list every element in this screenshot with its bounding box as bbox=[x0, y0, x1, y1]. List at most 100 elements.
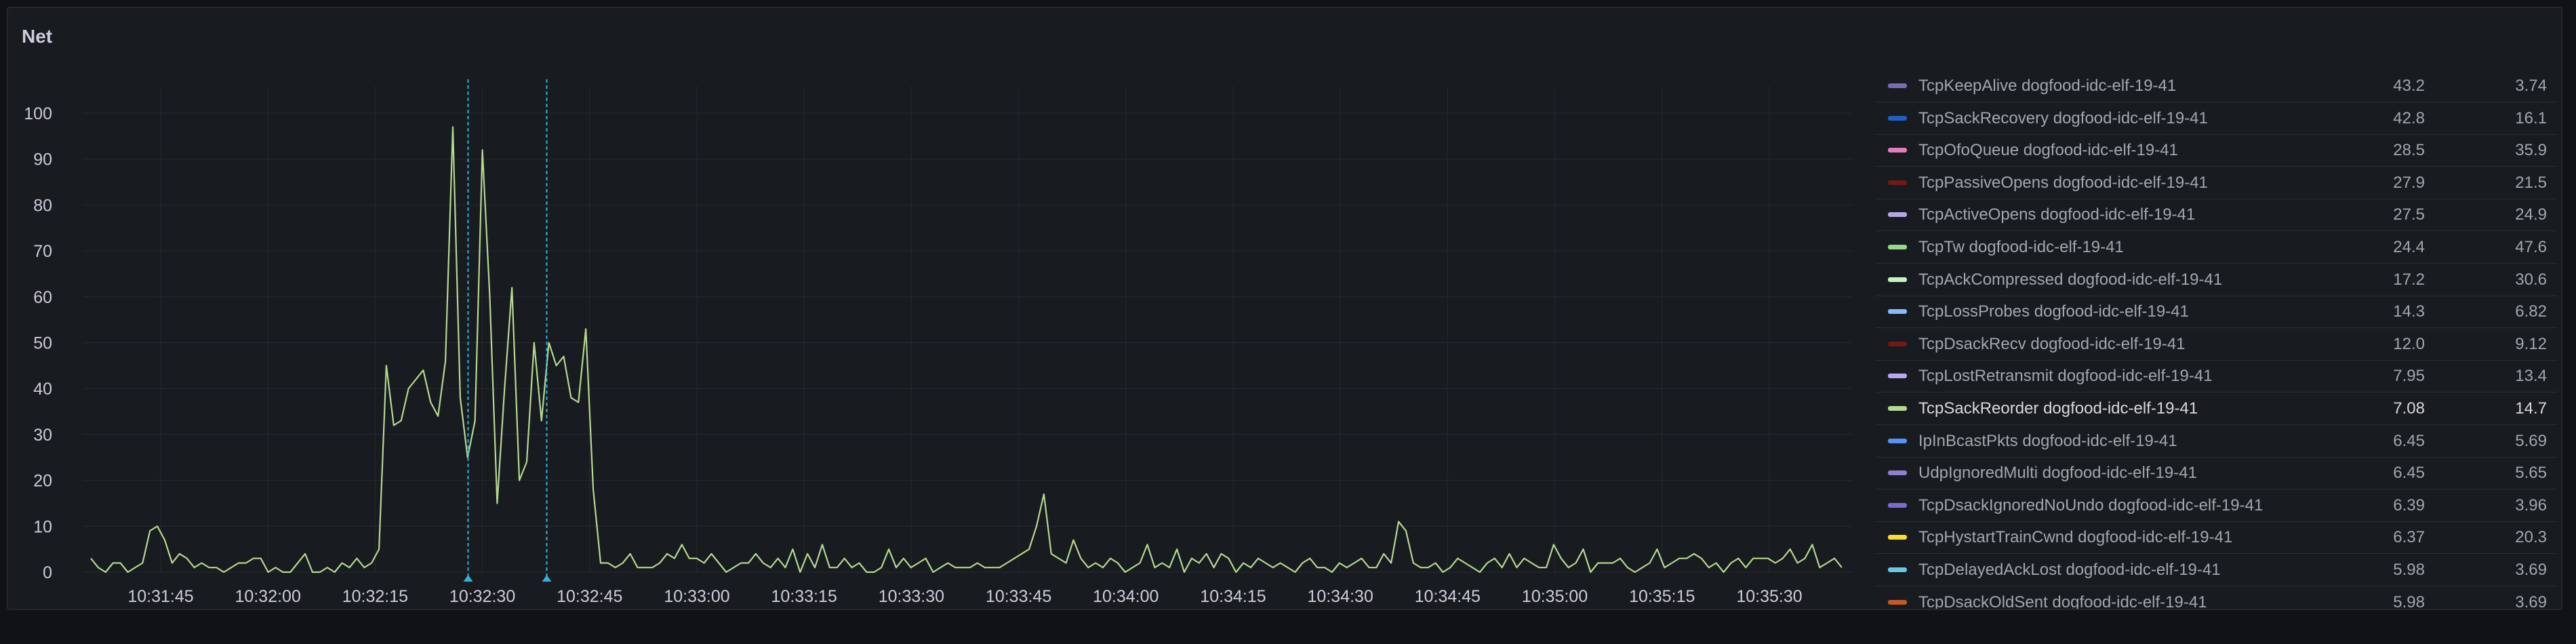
legend-row[interactable]: UdpIgnoredMulti dogfood-idc-elf-19-41 6.4… bbox=[1876, 458, 2557, 490]
x-tick-label: 10:35:30 bbox=[1736, 587, 1802, 606]
legend-color-swatch bbox=[1888, 277, 1907, 282]
y-tick-label: 10 bbox=[33, 517, 52, 536]
legend-value-2: 13.4 bbox=[2515, 367, 2547, 386]
legend-color-swatch bbox=[1888, 406, 1907, 411]
x-tick-label: 10:35:15 bbox=[1629, 587, 1695, 606]
x-tick-label: 10:33:00 bbox=[664, 587, 729, 606]
legend-series-name[interactable]: TcpTw dogfood-idc-elf-19-41 bbox=[1918, 238, 2124, 257]
legend-row[interactable]: TcpOfoQueue dogfood-idc-elf-19-41 28.5 35.… bbox=[1876, 135, 2557, 167]
legend-series-name[interactable]: UdpIgnoredMulti dogfood-idc-elf-19-41 bbox=[1918, 464, 2197, 483]
legend-series-name[interactable]: TcpActiveOpens dogfood-idc-elf-19-41 bbox=[1918, 205, 2195, 224]
legend-value-2: 47.6 bbox=[2515, 238, 2547, 256]
legend-color-swatch bbox=[1888, 438, 1907, 443]
legend-value-1: 14.3 bbox=[2393, 302, 2425, 321]
legend-color-swatch bbox=[1888, 567, 1907, 572]
legend-table: TcpKeepAlive dogfood-idc-elf-19-41 43.2 3.… bbox=[1876, 71, 2557, 609]
legend-value-1: 24.4 bbox=[2393, 238, 2425, 256]
y-tick-label: 30 bbox=[33, 426, 52, 445]
legend-value-1: 5.98 bbox=[2393, 592, 2425, 609]
legend-value-1: 28.5 bbox=[2393, 141, 2425, 160]
legend-value-2: 3.69 bbox=[2515, 592, 2547, 609]
legend-value-1: 42.8 bbox=[2393, 108, 2425, 127]
legend-series-name[interactable]: TcpOfoQueue dogfood-idc-elf-19-41 bbox=[1918, 141, 2178, 160]
legend-series-name[interactable]: TcpLostRetransmit dogfood-idc-elf-19-41 bbox=[1918, 367, 2213, 386]
legend-value-2: 5.65 bbox=[2515, 464, 2547, 483]
legend-value-1: 27.9 bbox=[2393, 173, 2425, 192]
net-panel: Net 100 90 80 70 60 50 40 30 20 10 0 10:31:45 10:32:… bbox=[7, 7, 2562, 610]
legend-color-swatch bbox=[1888, 374, 1907, 379]
legend-value-2: 21.5 bbox=[2515, 173, 2547, 192]
legend-color-swatch bbox=[1888, 148, 1907, 153]
legend-value-1: 7.08 bbox=[2393, 399, 2425, 418]
x-tick-label: 10:32:30 bbox=[449, 587, 515, 606]
annotation-marker[interactable] bbox=[542, 575, 552, 582]
legend-series-name[interactable]: TcpSackReorder dogfood-idc-elf-19-41 bbox=[1918, 399, 2198, 418]
legend-row[interactable]: TcpAckCompressed dogfood-idc-elf-19-41 17… bbox=[1876, 264, 2557, 296]
legend-value-1: 6.45 bbox=[2393, 431, 2425, 450]
legend-row[interactable]: TcpKeepAlive dogfood-idc-elf-19-41 43.2 3.… bbox=[1876, 71, 2557, 102]
y-tick-label: 60 bbox=[33, 288, 52, 307]
legend-row[interactable]: TcpActiveOpens dogfood-idc-elf-19-41 27.5… bbox=[1876, 199, 2557, 232]
legend-series-name[interactable]: TcpHystartTrainCwnd dogfood-idc-elf-19-4… bbox=[1918, 528, 2232, 547]
legend-color-swatch bbox=[1888, 535, 1907, 540]
legend-color-swatch bbox=[1888, 115, 1907, 121]
x-tick-label: 10:32:45 bbox=[557, 587, 622, 606]
legend-series-name[interactable]: TcpPassiveOpens dogfood-idc-elf-19-41 bbox=[1918, 174, 2208, 193]
legend-color-swatch bbox=[1888, 502, 1907, 508]
legend-value-1: 7.95 bbox=[2393, 367, 2425, 386]
legend-row[interactable]: TcpTw dogfood-idc-elf-19-41 24.4 47.6 bbox=[1876, 232, 2557, 264]
legend-value-2: 24.9 bbox=[2515, 205, 2547, 224]
legend-value-1: 5.98 bbox=[2393, 561, 2425, 579]
legend-row[interactable]: TcpDsackOldSent dogfood-idc-elf-19-41 5.9… bbox=[1876, 587, 2557, 609]
legend-series-name[interactable]: TcpDsackOldSent dogfood-idc-elf-19-41 bbox=[1918, 593, 2207, 609]
legend-value-1: 6.37 bbox=[2393, 528, 2425, 547]
legend-color-swatch bbox=[1888, 341, 1907, 346]
legend-series-name[interactable]: TcpAckCompressed dogfood-idc-elf-19-41 bbox=[1918, 270, 2222, 289]
legend-row[interactable]: TcpDsackRecv dogfood-idc-elf-19-41 12.0 9.… bbox=[1876, 329, 2557, 361]
legend-series-name[interactable]: TcpDelayedAckLost dogfood-idc-elf-19-41 bbox=[1918, 561, 2221, 580]
x-tick-label: 10:34:00 bbox=[1093, 587, 1159, 606]
legend-color-swatch bbox=[1888, 245, 1907, 249]
legend-row[interactable]: TcpPassiveOpens dogfood-idc-elf-19-41 27.… bbox=[1876, 167, 2557, 199]
legend-series-name[interactable]: TcpDsackRecv dogfood-idc-elf-19-41 bbox=[1918, 335, 2186, 354]
y-tick-label: 20 bbox=[33, 472, 52, 491]
legend-color-swatch bbox=[1888, 83, 1907, 88]
legend-value-2: 9.12 bbox=[2515, 334, 2547, 353]
time-series-chart[interactable]: 100908070605040302010010:31:45 10:32:00 10… bbox=[8, 8, 1879, 610]
legend-value-2: 20.3 bbox=[2515, 528, 2547, 547]
x-tick-label: 10:32:00 bbox=[235, 587, 301, 606]
legend-value-2: 30.6 bbox=[2515, 270, 2547, 289]
legend-series-name[interactable]: TcpSackRecovery dogfood-idc-elf-19-41 bbox=[1918, 109, 2208, 128]
x-tick-label: 10:33:45 bbox=[986, 587, 1051, 606]
series-line[interactable] bbox=[90, 126, 1843, 573]
legend-value-2: 3.96 bbox=[2515, 496, 2547, 515]
legend-row[interactable]: TcpHystartTrainCwnd dogfood-idc-elf-19-4… bbox=[1876, 522, 2557, 555]
x-tick-label: 10:31:45 bbox=[127, 587, 193, 606]
legend-series-name[interactable]: TcpLossProbes dogfood-idc-elf-19-41 bbox=[1918, 302, 2189, 321]
y-tick-label: 0 bbox=[43, 563, 52, 582]
legend-value-2: 3.74 bbox=[2515, 77, 2547, 95]
y-tick-label: 80 bbox=[33, 196, 52, 215]
x-tick-label: 10:33:30 bbox=[879, 587, 944, 606]
x-tick-label: 10:32:15 bbox=[342, 587, 408, 606]
legend-color-swatch bbox=[1888, 309, 1907, 315]
legend-row[interactable]: TcpDsackIgnoredNoUndo dogfood-idc-elf-19… bbox=[1876, 490, 2557, 522]
legend-row[interactable]: TcpDelayedAckLost dogfood-idc-elf-19-41 5… bbox=[1876, 555, 2557, 586]
legend-value-2: 5.69 bbox=[2515, 431, 2547, 450]
x-tick-label: 10:34:30 bbox=[1308, 587, 1373, 606]
y-tick-label: 90 bbox=[33, 150, 52, 169]
x-tick-label: 10:34:45 bbox=[1415, 587, 1481, 606]
x-tick-label: 10:35:00 bbox=[1522, 587, 1588, 606]
legend-row[interactable]: TcpSackReorder dogfood-idc-elf-19-41 7.08… bbox=[1876, 393, 2557, 425]
legend-series-name[interactable]: TcpKeepAlive dogfood-idc-elf-19-41 bbox=[1918, 77, 2176, 96]
annotation-marker[interactable] bbox=[463, 575, 473, 582]
y-tick-label: 100 bbox=[24, 104, 52, 123]
legend-row[interactable]: TcpLostRetransmit dogfood-idc-elf-19-41 7… bbox=[1876, 361, 2557, 393]
legend-series-name[interactable]: TcpDsackIgnoredNoUndo dogfood-idc-elf-19… bbox=[1918, 496, 2263, 515]
legend-value-2: 16.1 bbox=[2515, 108, 2547, 127]
legend-color-swatch bbox=[1888, 470, 1907, 476]
legend-row[interactable]: TcpSackRecovery dogfood-idc-elf-19-41 42.… bbox=[1876, 103, 2557, 135]
legend-series-name[interactable]: IpInBcastPkts dogfood-idc-elf-19-41 bbox=[1918, 432, 2177, 451]
legend-row[interactable]: TcpLossProbes dogfood-idc-elf-19-41 14.3 6… bbox=[1876, 296, 2557, 329]
legend-row[interactable]: IpInBcastPkts dogfood-idc-elf-19-41 6.45 5… bbox=[1876, 426, 2557, 458]
